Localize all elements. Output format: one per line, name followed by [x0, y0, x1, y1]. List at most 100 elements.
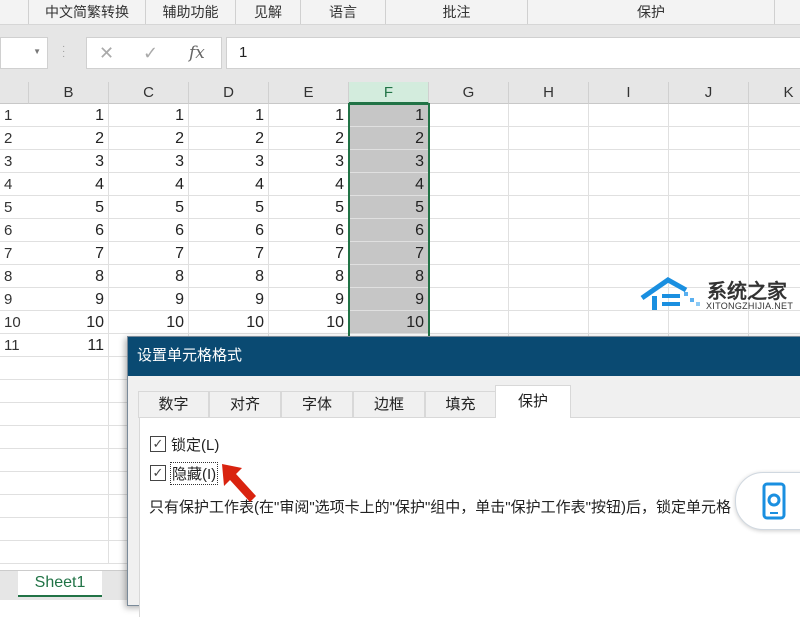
cell-j2[interactable]: [669, 127, 749, 150]
cell-e3[interactable]: 3: [269, 150, 349, 173]
tab-border[interactable]: 边框: [353, 391, 425, 418]
ribbon-group-protect[interactable]: 保护: [527, 0, 775, 24]
cell-c1[interactable]: 1: [109, 104, 189, 127]
cell-f9[interactable]: 9: [349, 288, 429, 311]
cell-b15[interactable]: [29, 426, 109, 449]
cell-b4[interactable]: 4: [29, 173, 109, 196]
cell-e6[interactable]: 6: [269, 219, 349, 242]
tab-alignment[interactable]: 对齐: [209, 391, 281, 418]
cell-j6[interactable]: [669, 219, 749, 242]
row-header[interactable]: 10: [0, 311, 29, 334]
row-header[interactable]: 6: [0, 219, 29, 242]
cell-e2[interactable]: 2: [269, 127, 349, 150]
cell-f7[interactable]: 7: [349, 242, 429, 265]
cell-f5[interactable]: 5: [349, 196, 429, 219]
row-header[interactable]: 7: [0, 242, 29, 265]
tab-protection[interactable]: 保护: [495, 385, 571, 418]
cell-g10[interactable]: [429, 311, 509, 334]
ribbon-group-insights[interactable]: 见解: [235, 0, 300, 24]
ribbon-group-chinese-conversion[interactable]: 中文简繁转换: [28, 0, 145, 24]
row-header[interactable]: 2: [0, 127, 29, 150]
enter-icon[interactable]: ✓: [143, 43, 158, 64]
cell-g2[interactable]: [429, 127, 509, 150]
cell-b2[interactable]: 2: [29, 127, 109, 150]
cell-h8[interactable]: [509, 265, 589, 288]
cell-f1[interactable]: 1: [349, 104, 429, 127]
cell-f10[interactable]: 10: [349, 311, 429, 334]
row-header[interactable]: [0, 495, 29, 518]
row-header[interactable]: [0, 380, 29, 403]
locked-checkbox[interactable]: ✓: [150, 436, 166, 452]
column-header-j[interactable]: J: [669, 82, 749, 104]
cell-i3[interactable]: [589, 150, 669, 173]
cell-j1[interactable]: [669, 104, 749, 127]
drag-handle-icon[interactable]: · · ·: [62, 42, 66, 62]
cell-c6[interactable]: 6: [109, 219, 189, 242]
cell-b17[interactable]: [29, 472, 109, 495]
cell-c3[interactable]: 3: [109, 150, 189, 173]
cell-g9[interactable]: [429, 288, 509, 311]
cell-c7[interactable]: 7: [109, 242, 189, 265]
sheet-tab-sheet1[interactable]: Sheet1: [18, 571, 102, 597]
cell-d2[interactable]: 2: [189, 127, 269, 150]
row-header[interactable]: [0, 541, 29, 564]
cell-j7[interactable]: [669, 242, 749, 265]
column-header-d[interactable]: D: [189, 82, 269, 104]
cell-e8[interactable]: 8: [269, 265, 349, 288]
ribbon-group-accessibility[interactable]: 辅助功能: [145, 0, 235, 24]
cell-b12[interactable]: [29, 357, 109, 380]
insert-function-icon[interactable]: fx: [189, 43, 205, 63]
cell-k7[interactable]: [749, 242, 800, 265]
cell-d5[interactable]: 5: [189, 196, 269, 219]
cell-c2[interactable]: 2: [109, 127, 189, 150]
cell-b20[interactable]: [29, 541, 109, 564]
cell-f6[interactable]: 6: [349, 219, 429, 242]
cell-h7[interactable]: [509, 242, 589, 265]
cell-f4[interactable]: 4: [349, 173, 429, 196]
cell-k1[interactable]: [749, 104, 800, 127]
cell-b6[interactable]: 6: [29, 219, 109, 242]
cell-d9[interactable]: 9: [189, 288, 269, 311]
column-header-b[interactable]: B: [29, 82, 109, 104]
cell-g8[interactable]: [429, 265, 509, 288]
cell-g1[interactable]: [429, 104, 509, 127]
cell-b5[interactable]: 5: [29, 196, 109, 219]
cell-i5[interactable]: [589, 196, 669, 219]
cell-e5[interactable]: 5: [269, 196, 349, 219]
cell-k5[interactable]: [749, 196, 800, 219]
cell-k6[interactable]: [749, 219, 800, 242]
cell-b19[interactable]: [29, 518, 109, 541]
cell-i7[interactable]: [589, 242, 669, 265]
cell-k3[interactable]: [749, 150, 800, 173]
row-header[interactable]: 8: [0, 265, 29, 288]
cell-e4[interactable]: 4: [269, 173, 349, 196]
cell-c5[interactable]: 5: [109, 196, 189, 219]
cell-g4[interactable]: [429, 173, 509, 196]
cell-c4[interactable]: 4: [109, 173, 189, 196]
cell-g7[interactable]: [429, 242, 509, 265]
cell-h9[interactable]: [509, 288, 589, 311]
locked-label[interactable]: 锁定(L): [171, 434, 219, 455]
cell-j5[interactable]: [669, 196, 749, 219]
cell-b13[interactable]: [29, 380, 109, 403]
column-header-f[interactable]: F: [349, 82, 429, 104]
cell-h5[interactable]: [509, 196, 589, 219]
ribbon-group-language[interactable]: 语言: [300, 0, 385, 24]
row-header[interactable]: [0, 449, 29, 472]
cell-d1[interactable]: 1: [189, 104, 269, 127]
cell-h10[interactable]: [509, 311, 589, 334]
column-header-g[interactable]: G: [429, 82, 509, 104]
cell-j3[interactable]: [669, 150, 749, 173]
cell-f3[interactable]: 3: [349, 150, 429, 173]
cell-d8[interactable]: 8: [189, 265, 269, 288]
cell-c9[interactable]: 9: [109, 288, 189, 311]
chevron-down-icon[interactable]: ▼: [33, 47, 41, 56]
cell-d4[interactable]: 4: [189, 173, 269, 196]
select-all-corner[interactable]: [0, 82, 29, 104]
tab-fill[interactable]: 填充: [425, 391, 496, 418]
cell-h4[interactable]: [509, 173, 589, 196]
cancel-icon[interactable]: ✕: [99, 43, 114, 64]
cell-b7[interactable]: 7: [29, 242, 109, 265]
column-header-h[interactable]: H: [509, 82, 589, 104]
cell-i2[interactable]: [589, 127, 669, 150]
